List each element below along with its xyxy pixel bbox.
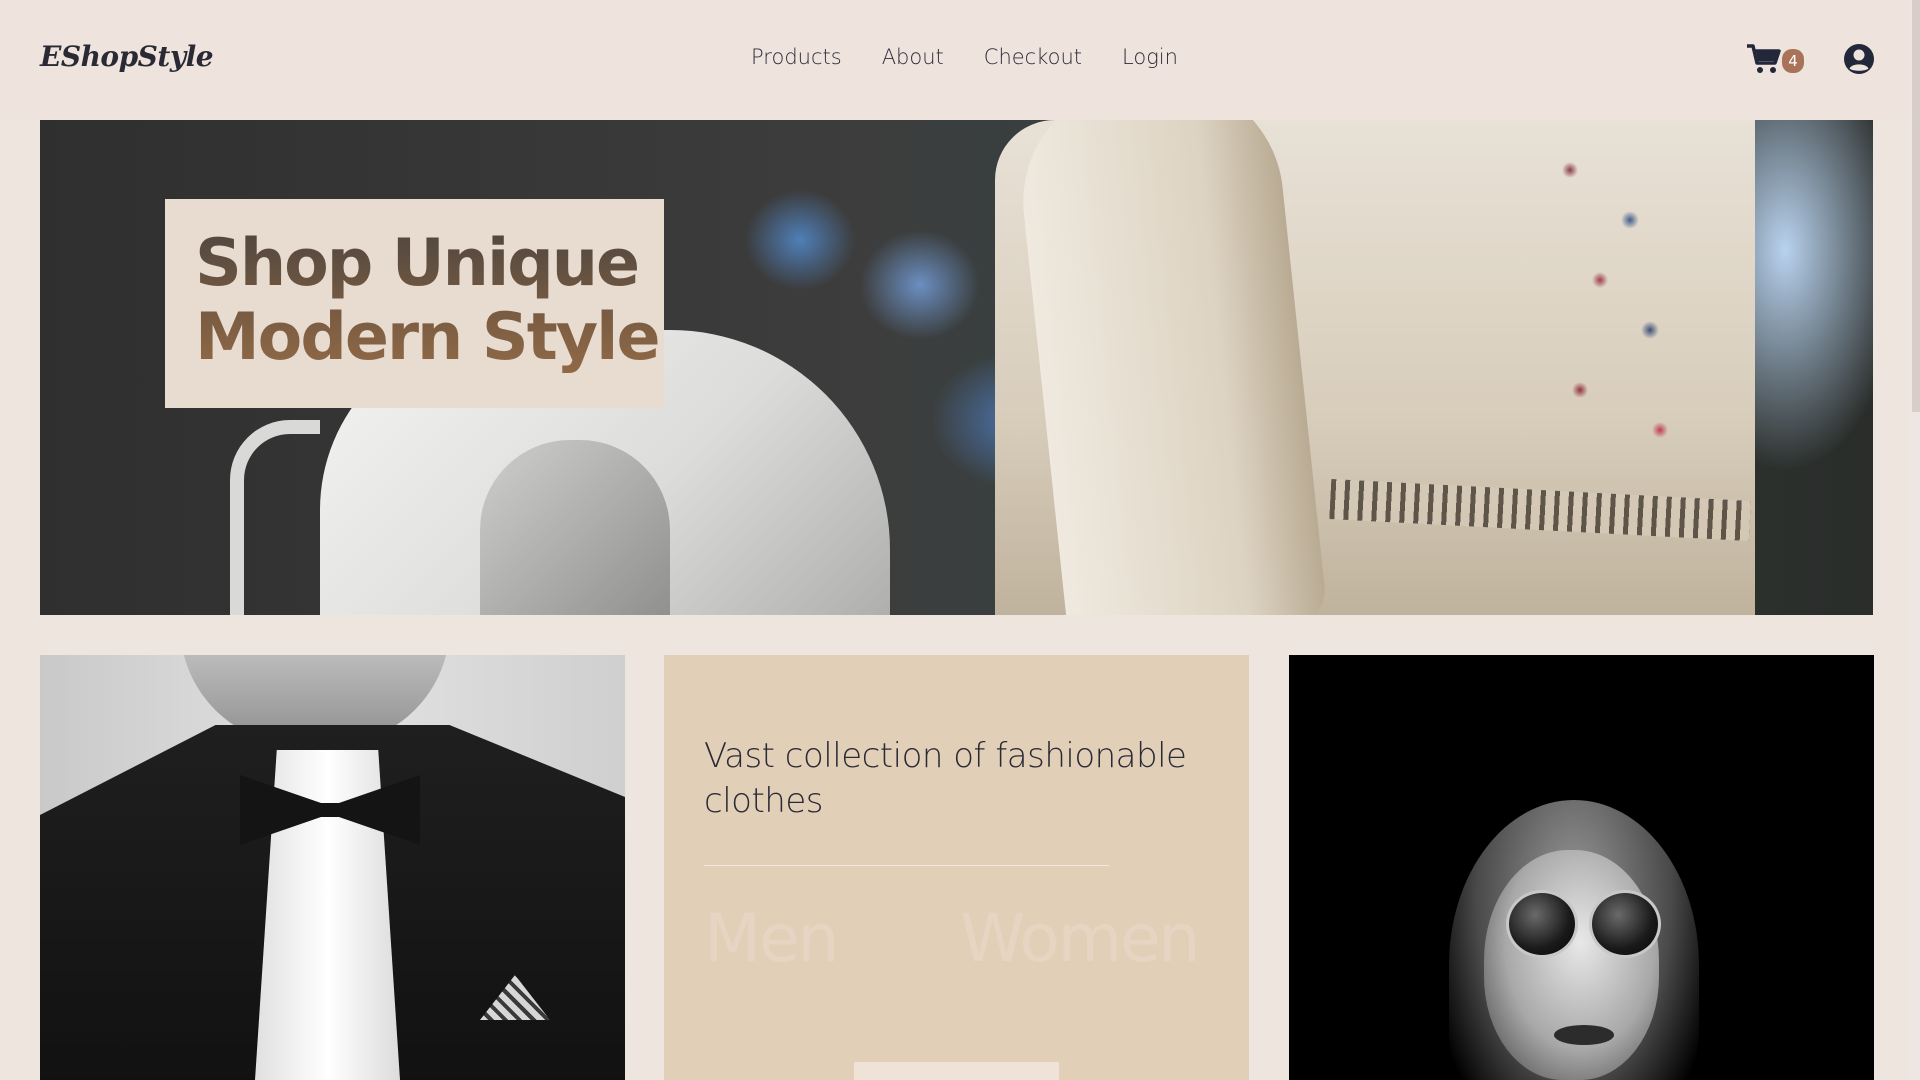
main-nav: Products About Checkout Login: [751, 45, 1178, 69]
cart-count-badge: 4: [1782, 49, 1804, 73]
hero-sleeve-image: [1011, 120, 1329, 615]
category-men-link[interactable]: Men: [704, 900, 839, 977]
nav-checkout[interactable]: Checkout: [984, 45, 1082, 69]
hero-title: Shop Unique Modern Style: [195, 226, 661, 375]
user-circle-icon[interactable]: [1843, 43, 1875, 75]
women-photo-card[interactable]: [1289, 655, 1874, 1080]
sunglasses-right-lens: [1589, 890, 1661, 958]
collection-button[interactable]: [854, 1062, 1059, 1080]
scrollbar-thumb[interactable]: [1912, 0, 1920, 412]
hero-banner: Shop Unique Modern Style: [40, 120, 1873, 615]
hero-bag-strap: [230, 420, 320, 615]
nav-login[interactable]: Login: [1122, 45, 1178, 69]
hero-title-box: Shop Unique Modern Style: [165, 199, 664, 408]
shopping-cart-icon: [1747, 44, 1781, 73]
hero-embroidery: [1540, 130, 1720, 510]
nav-products[interactable]: Products: [751, 45, 842, 69]
collection-text: Vast collection of fashionable clothes: [704, 736, 1187, 821]
men-photo-card[interactable]: [40, 655, 625, 1080]
collection-card: Vast collection of fashionable clothes M…: [664, 655, 1249, 1080]
cart-button[interactable]: 4: [1745, 43, 1805, 77]
women-photo-face: [1484, 850, 1659, 1080]
nav-about[interactable]: About: [882, 45, 944, 69]
hero-bag-flap: [480, 440, 670, 615]
logo[interactable]: EShopStyle: [40, 40, 214, 73]
top-navigation: EShopStyle Products About Checkout Login…: [0, 0, 1910, 120]
sunglasses-left-lens: [1506, 890, 1578, 958]
collection-divider: [704, 865, 1109, 866]
women-photo-lips: [1554, 1025, 1614, 1045]
category-women-link[interactable]: Women: [960, 900, 1200, 977]
page: EShopStyle Products About Checkout Login…: [0, 0, 1920, 1080]
